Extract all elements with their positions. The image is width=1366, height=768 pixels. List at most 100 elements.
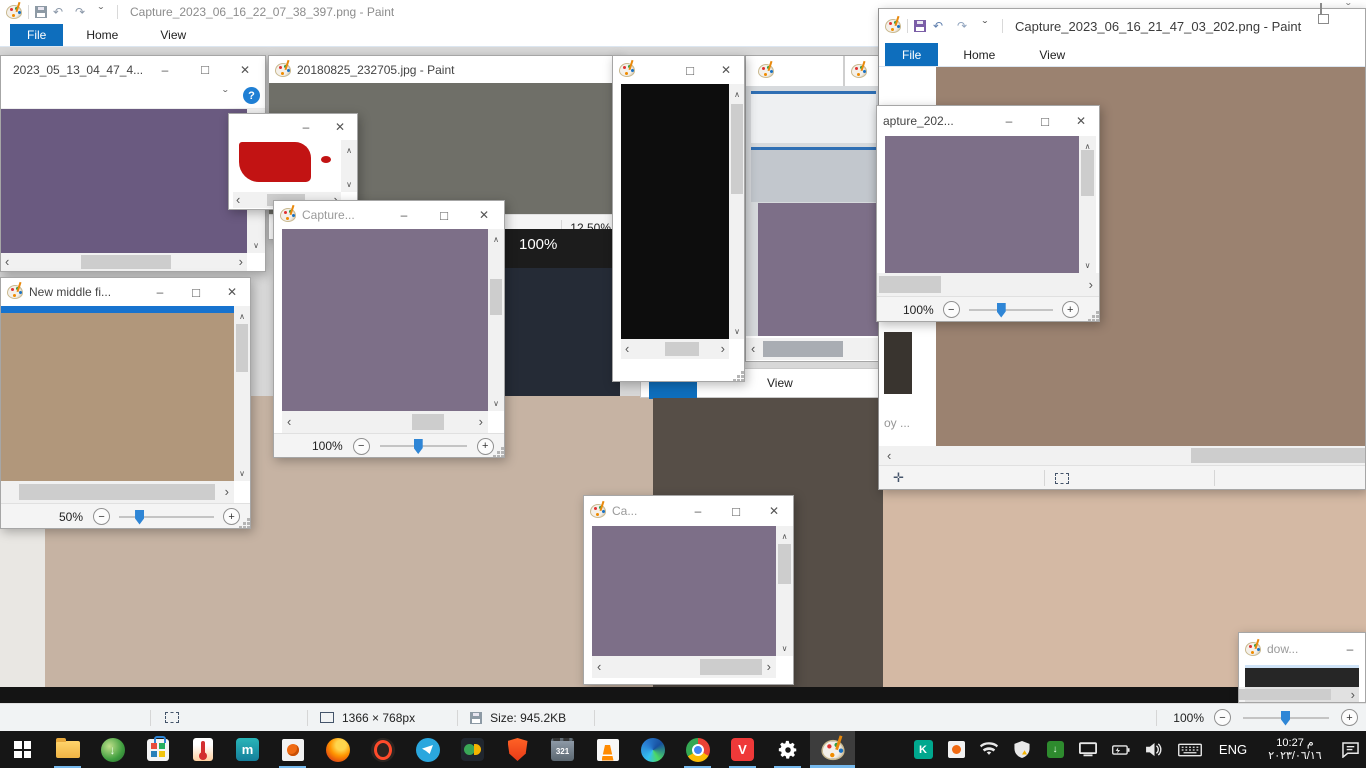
undo-icon[interactable] xyxy=(47,0,69,24)
title-bar[interactable]: apture_202... xyxy=(877,106,1099,136)
zoom-out-button[interactable]: − xyxy=(943,301,960,318)
tray-language[interactable]: ENG xyxy=(1216,739,1250,761)
tray-kaspersky[interactable]: K xyxy=(913,739,933,761)
scroll-down-icon[interactable] xyxy=(1085,255,1091,273)
minimize-button[interactable] xyxy=(145,56,185,83)
taskbar-vlc[interactable] xyxy=(585,731,630,768)
quick-access-chevron-icon[interactable] xyxy=(91,0,111,24)
help-button[interactable]: ? xyxy=(243,87,260,104)
zoom-slider-thumb[interactable] xyxy=(135,510,144,525)
scroll-right-icon[interactable] xyxy=(767,658,771,676)
taskbar-paint[interactable] xyxy=(810,731,855,768)
tab-view[interactable]: View xyxy=(1024,43,1080,66)
undo-icon[interactable] xyxy=(926,9,950,43)
scrollbar-thumb[interactable] xyxy=(236,324,248,372)
horizontal-scrollbar[interactable] xyxy=(879,446,1365,465)
tray-clock[interactable]: 10:27 م ٢٠٢٣/٠٦/١٦ xyxy=(1263,739,1327,761)
vertical-scrollbar[interactable] xyxy=(1079,136,1096,273)
scroll-left-icon[interactable] xyxy=(236,191,240,209)
tray-wifi[interactable] xyxy=(979,739,999,761)
horizontal-scrollbar[interactable] xyxy=(877,273,1099,296)
tab-file[interactable]: File xyxy=(10,24,63,46)
resize-grip[interactable] xyxy=(243,522,246,525)
tray-volume[interactable] xyxy=(1144,739,1164,761)
canvas-image-placeholder[interactable] xyxy=(621,84,729,339)
scrollbar-thumb[interactable] xyxy=(778,544,791,584)
tray-idm[interactable]: ↓ xyxy=(1045,739,1065,761)
taskbar-idm[interactable]: ↓ xyxy=(90,731,135,768)
scroll-up-icon[interactable] xyxy=(493,229,499,247)
redo-icon[interactable] xyxy=(69,0,91,24)
taskbar-hw-monitor[interactable] xyxy=(180,731,225,768)
scroll-left-icon[interactable] xyxy=(625,340,629,358)
canvas-image-placeholder[interactable] xyxy=(758,203,879,336)
scroll-right-icon[interactable] xyxy=(239,253,243,271)
scroll-down-icon[interactable] xyxy=(253,235,259,253)
vertical-scrollbar[interactable] xyxy=(341,140,357,192)
title-bar[interactable] xyxy=(746,56,844,86)
horizontal-scrollbar[interactable] xyxy=(1,253,247,271)
taskbar-chrome[interactable] xyxy=(675,731,720,768)
background-window-view-tab[interactable]: View xyxy=(767,376,793,390)
scroll-down-icon[interactable] xyxy=(493,393,499,411)
scroll-up-icon[interactable] xyxy=(346,140,352,158)
maximize-button[interactable] xyxy=(178,278,214,306)
title-bar[interactable]: Capture... xyxy=(274,201,504,229)
minimize-button[interactable] xyxy=(384,201,424,229)
zoom-in-button[interactable]: + xyxy=(477,438,494,455)
background-window-file-tab[interactable] xyxy=(649,382,697,399)
minimize-button[interactable] xyxy=(142,278,178,306)
title-bar[interactable]: 20180825_232705.jpg - Paint xyxy=(269,56,619,83)
scroll-down-icon[interactable] xyxy=(734,321,740,339)
image-placeholder[interactable] xyxy=(884,332,912,394)
title-bar[interactable]: 2023_05_13_04_47_4... xyxy=(1,56,265,83)
maximize-button[interactable] xyxy=(672,56,708,84)
save-icon[interactable] xyxy=(914,20,926,32)
scrollbar-thumb[interactable] xyxy=(412,414,444,430)
scroll-up-icon[interactable] xyxy=(734,84,740,102)
scroll-left-icon[interactable] xyxy=(887,447,891,465)
taskbar-telegram[interactable] xyxy=(405,731,450,768)
close-button[interactable] xyxy=(323,114,357,140)
maximize-button[interactable] xyxy=(1027,106,1063,136)
minimize-button[interactable] xyxy=(991,106,1027,136)
taskbar-settings[interactable] xyxy=(765,731,810,768)
scroll-right-icon[interactable] xyxy=(1351,686,1355,704)
taskbar-file-explorer[interactable] xyxy=(45,731,90,768)
horizontal-scrollbar[interactable] xyxy=(592,656,776,678)
image-placeholder[interactable] xyxy=(505,268,620,396)
tab-home[interactable]: Home xyxy=(948,43,1010,66)
tray-display[interactable] xyxy=(1078,739,1098,761)
save-icon[interactable] xyxy=(35,6,47,18)
title-bar[interactable]: New middle fi... xyxy=(1,278,250,306)
horizontal-scrollbar[interactable] xyxy=(1239,687,1359,702)
zoom-slider-thumb[interactable] xyxy=(414,439,423,454)
zoom-slider[interactable] xyxy=(119,516,214,518)
scrollbar-thumb[interactable] xyxy=(879,276,941,293)
scroll-left-icon[interactable] xyxy=(287,413,291,431)
zoom-in-button[interactable]: + xyxy=(1062,301,1079,318)
taskbar-opera[interactable] xyxy=(360,731,405,768)
zoom-slider[interactable] xyxy=(969,309,1053,311)
redo-icon[interactable] xyxy=(950,9,974,43)
scrollbar-thumb[interactable] xyxy=(81,255,171,269)
minimize-button[interactable] xyxy=(289,114,323,140)
horizontal-scrollbar[interactable] xyxy=(1,481,234,503)
taskbar-edge[interactable] xyxy=(630,731,675,768)
image-placeholder[interactable] xyxy=(0,687,1366,703)
title-bar-fragment[interactable] xyxy=(844,56,880,86)
scroll-left-icon[interactable] xyxy=(597,658,601,676)
maximize-button[interactable] xyxy=(185,56,225,83)
horizontal-scrollbar[interactable] xyxy=(621,339,729,359)
zoom-in-button[interactable]: + xyxy=(1341,709,1358,726)
zoom-slider[interactable] xyxy=(380,445,467,447)
restore-window-icon[interactable] xyxy=(1320,3,1322,22)
taskbar-microsoft-store[interactable] xyxy=(135,731,180,768)
close-button[interactable] xyxy=(755,496,793,526)
tray-action-center[interactable] xyxy=(1340,739,1360,761)
canvas-image-placeholder[interactable] xyxy=(885,136,1079,273)
canvas-image-placeholder[interactable] xyxy=(592,526,776,656)
scroll-up-icon[interactable] xyxy=(782,526,788,544)
tab-home[interactable]: Home xyxy=(71,24,133,46)
zoom-slider-thumb[interactable] xyxy=(1281,711,1290,726)
